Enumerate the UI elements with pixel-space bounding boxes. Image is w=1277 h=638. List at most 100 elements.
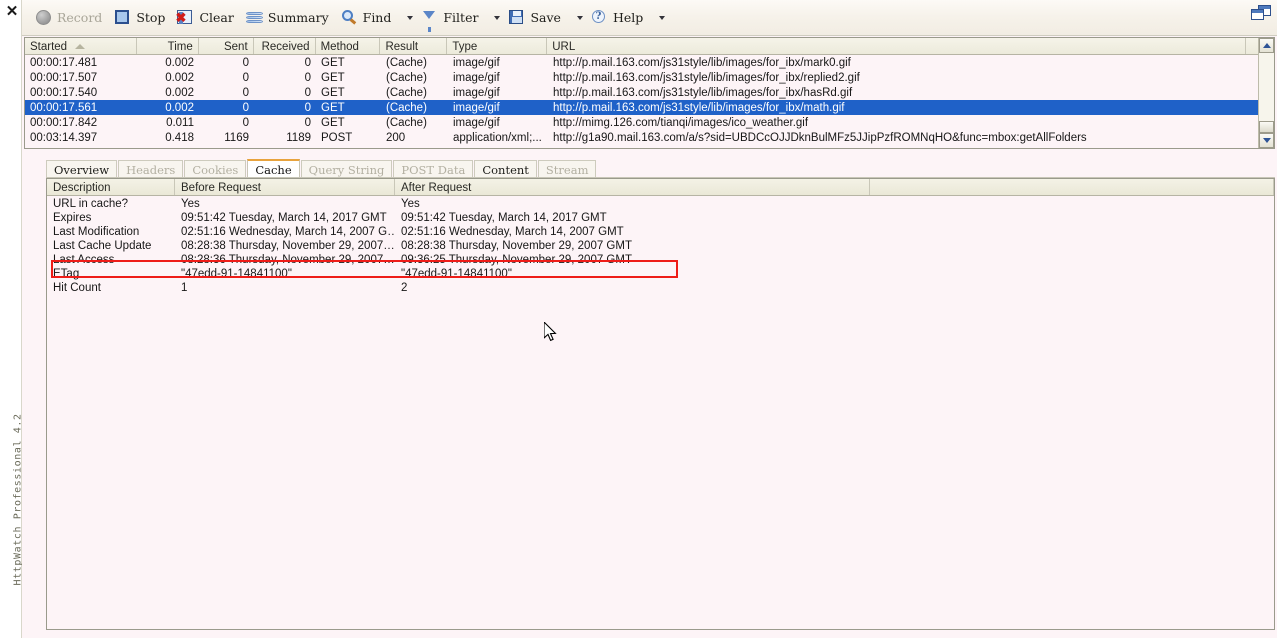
scroll-up-arrow-icon [1263,43,1271,48]
cell-started: 00:00:17.842 [25,117,137,129]
sort-ascending-icon [75,44,85,49]
tab-overview[interactable]: Overview [46,160,117,178]
help-button[interactable]: ? Help [586,6,648,30]
tab-stream[interactable]: Stream [538,160,597,178]
cache-cell-before: Yes [175,198,395,210]
column-header-type-label: Type [452,41,477,53]
cell-type: image/gif [448,117,548,129]
cell-time: 0.002 [137,87,199,99]
tab-cookies[interactable]: Cookies [184,160,246,178]
help-glyph: ? [592,10,605,23]
toolbar: Record Stop ✖ Clear Summary Find [22,0,1277,36]
save-icon [508,9,525,26]
cache-cell-after: 09:51:42 Tuesday, March 14, 2017 GMT [395,212,870,224]
tab-cache[interactable]: Cache [247,159,299,178]
scroll-up-button[interactable] [1259,38,1274,53]
cell-received: 1189 [254,132,316,144]
column-header-url-label: URL [552,41,575,53]
cell-time: 0.002 [137,72,199,84]
cell-time: 0.011 [137,117,199,129]
cell-sent: 1169 [199,132,254,144]
table-row[interactable]: 00:00:17.5400.00200GET(Cache)image/gifht… [25,85,1274,100]
cache-row[interactable]: Last Access08:28:36 Thursday, November 2… [47,253,1274,267]
column-header-before-request-label: Before Request [181,182,261,194]
cell-type: image/gif [448,72,548,84]
column-header-cache-filler [870,179,1274,195]
column-header-time[interactable]: Time [137,38,199,54]
column-header-after-request[interactable]: After Request [395,179,870,195]
request-grid-scrollbar[interactable] [1258,38,1274,148]
help-icon: ? [591,9,608,26]
table-row[interactable]: 00:00:17.5610.00200GET(Cache)image/gifht… [25,100,1274,115]
save-button[interactable]: Save [503,6,565,30]
summary-button[interactable]: Summary [241,6,334,30]
cache-cell-description: Last Access [47,254,175,266]
cell-type: image/gif [448,87,548,99]
cell-sent: 0 [199,102,254,114]
find-button[interactable]: Find [336,6,397,30]
restore-window-icon[interactable] [1251,5,1271,23]
cache-row[interactable]: ETag"47edd-91-14841100""47edd-91-1484110… [47,267,1274,281]
tab-query-string[interactable]: Query String [301,160,393,178]
cell-type: application/xml;... [448,132,548,144]
column-header-type[interactable]: Type [447,38,547,54]
column-header-received[interactable]: Received [254,38,316,54]
column-header-description[interactable]: Description [47,179,175,195]
cell-url: http://p.mail.163.com/js31style/lib/imag… [548,87,1248,99]
stop-icon [114,9,131,26]
table-row[interactable]: 00:00:17.8420.01100GET(Cache)image/gifht… [25,115,1274,130]
filter-button[interactable]: Filter [416,6,483,30]
cache-row[interactable]: Expires 09:51:42 Tuesday, March 14, 2017 … [47,211,1274,225]
close-icon[interactable]: ✕ [4,4,20,20]
record-icon [35,9,52,26]
search-icon [341,9,358,26]
tab-post-data[interactable]: POST Data [393,160,473,178]
filter-button-label: Filter [443,10,478,25]
find-button-label: Find [363,10,392,25]
cache-row[interactable]: Hit Count12 [47,281,1274,295]
record-button[interactable]: Record [30,6,107,30]
scrollbar-track[interactable] [1259,53,1274,133]
cell-method: GET [316,102,381,114]
stop-button[interactable]: Stop [109,6,170,30]
cell-url: http://p.mail.163.com/js31style/lib/imag… [548,57,1248,69]
cache-cell-before: 08:28:38 Thursday, November 29, 2007… [175,240,395,252]
help-dropdown-chevron-down-icon[interactable] [659,16,665,20]
table-row[interactable]: 00:00:17.4810.00200GET(Cache)image/gifht… [25,55,1274,70]
cell-received: 0 [254,117,316,129]
cache-row[interactable]: URL in cache?YesYes [47,197,1274,211]
record-button-label: Record [57,10,102,25]
save-dropdown-chevron-down-icon[interactable] [577,16,583,20]
summary-icon [246,9,263,26]
cache-row[interactable]: Last Cache Update08:28:38 Thursday, Nove… [47,239,1274,253]
cache-cell-before: 08:28:36 Thursday, November 29, 2007… [175,254,395,266]
column-header-started[interactable]: Started [25,38,137,54]
filter-icon [421,9,438,26]
filter-dropdown-chevron-down-icon[interactable] [494,16,500,20]
tab-headers[interactable]: Headers [118,160,183,178]
cache-row[interactable]: Last Modification02:51:16 Wednesday, Mar… [47,225,1274,239]
column-header-method-label: Method [321,41,359,53]
cell-time: 0.002 [137,102,199,114]
column-header-result[interactable]: Result [380,38,447,54]
cell-sent: 0 [199,72,254,84]
cache-cell-after: 2 [395,282,870,294]
cache-table-body: URL in cache?YesYesExpires 09:51:42 Tuesd… [47,196,1274,295]
scroll-down-button[interactable] [1259,133,1274,148]
column-header-before-request[interactable]: Before Request [175,179,395,195]
clear-button[interactable]: ✖ Clear [172,6,238,30]
column-header-url[interactable]: URL [547,38,1246,54]
scrollbar-thumb[interactable] [1259,121,1274,133]
cache-cell-before: 02:51:16 Wednesday, March 14, 2007 G… [175,226,395,238]
column-header-sent[interactable]: Sent [199,38,254,54]
find-dropdown-chevron-down-icon[interactable] [407,16,413,20]
main-panel: Record Stop ✖ Clear Summary Find [22,0,1277,638]
tab-content[interactable]: Content [474,160,537,178]
cell-type: image/gif [448,102,548,114]
cell-url: http://mimg.126.com/tianqi/images/ico_we… [548,117,1248,129]
table-row[interactable]: 00:00:17.5070.00200GET(Cache)image/gifht… [25,70,1274,85]
cache-cell-description: Expires [47,212,175,224]
table-row[interactable]: 00:03:14.3970.41811691189POST200applicat… [25,130,1274,145]
cell-url: http://p.mail.163.com/js31style/lib/imag… [548,102,1248,114]
column-header-method[interactable]: Method [316,38,381,54]
